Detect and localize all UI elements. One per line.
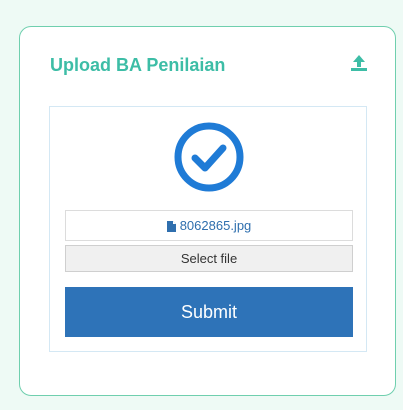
file-icon xyxy=(166,220,176,232)
check-circle-icon xyxy=(173,121,245,193)
upload-panel: 8062865.jpg Select file Submit xyxy=(49,106,367,352)
selected-file-display: 8062865.jpg xyxy=(65,210,353,241)
select-file-button[interactable]: Select file xyxy=(65,245,353,272)
upload-card: Upload BA Penilaian 8062865.jpg Select f… xyxy=(19,26,396,396)
submit-button[interactable]: Submit xyxy=(65,287,353,337)
upload-icon[interactable] xyxy=(349,53,369,73)
card-title: Upload BA Penilaian xyxy=(50,55,226,75)
file-name: 8062865.jpg xyxy=(179,218,252,233)
